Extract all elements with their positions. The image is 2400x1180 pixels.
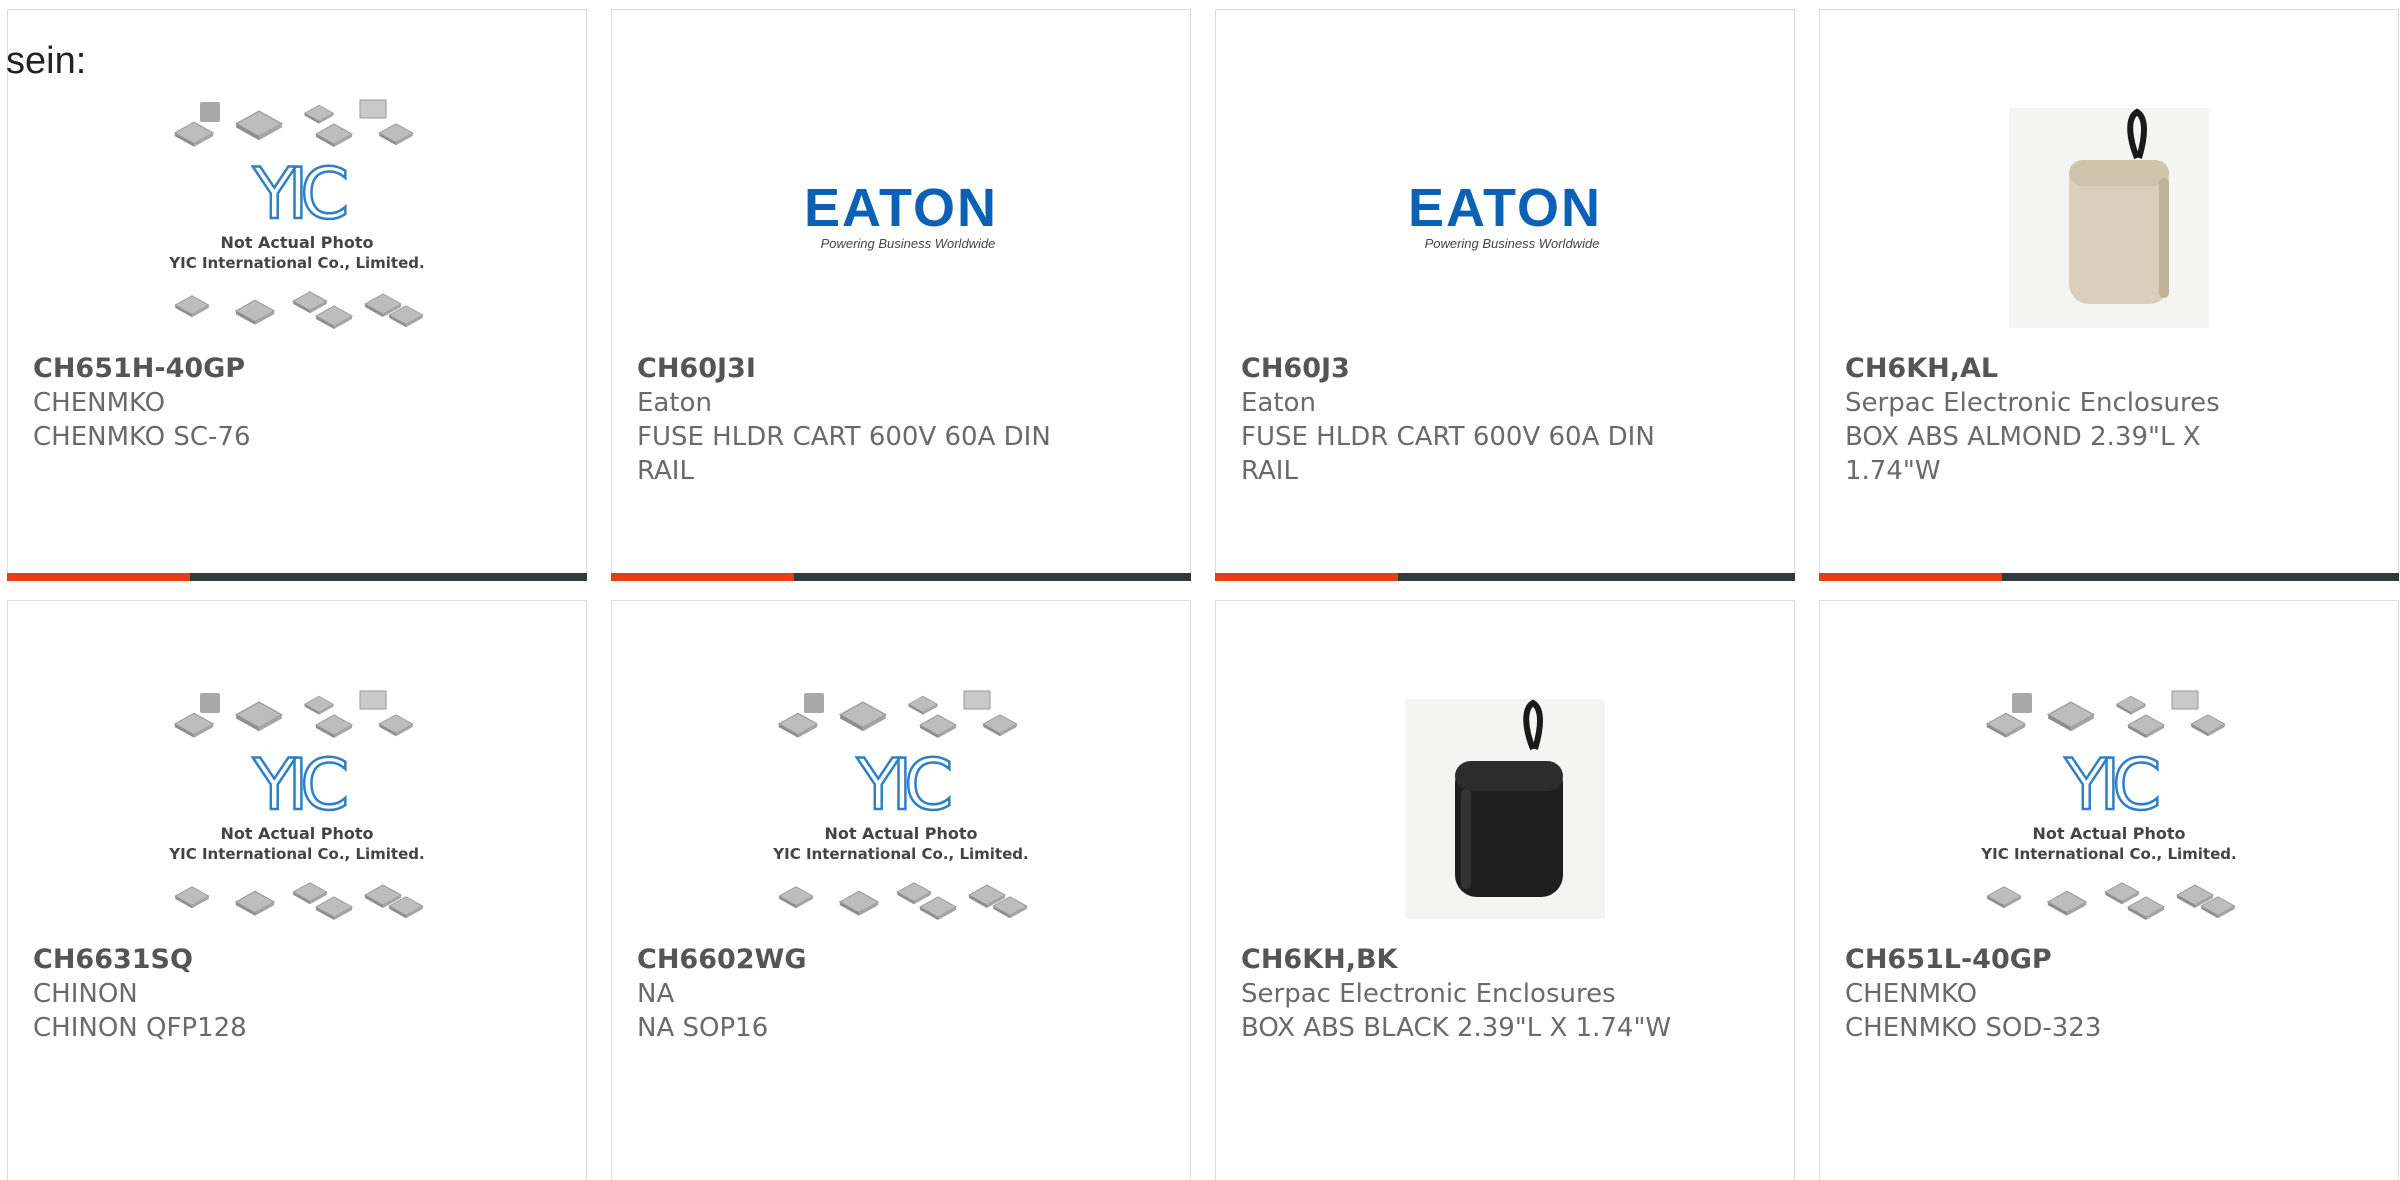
part-number[interactable]: CH60J3 [1241,352,1681,386]
manufacturer: NA [637,979,675,1009]
part-number[interactable]: CH6KH,AL [1845,352,2285,386]
product-image [1820,90,2398,346]
product-card[interactable]: EATON Powering Business Worldwide CH60J3… [611,9,1191,581]
svg-text:YIC: YIC [856,744,950,826]
product-card[interactable]: YIC Not Actual Photo YIC International C… [7,600,587,1180]
description: CHINON QFP128 [33,1013,247,1043]
card-bottom-bar [7,573,587,581]
description: BOX ABS ALMOND 2.39"L X 1.74"W [1845,422,2201,486]
product-image: YIC Not Actual Photo YIC International C… [1820,681,2398,937]
eaton-logo: EATON Powering Business Worldwide [1408,178,1602,251]
manufacturer: CHENMKO [33,388,166,418]
product-card[interactable]: CH6KH,BK Serpac Electronic Enclosures BO… [1215,600,1795,1180]
svg-text:YIC International Co., Limited: YIC International Co., Limited. [1980,845,2236,863]
product-card[interactable]: YIC Not Actual Photo YIC International C… [611,600,1191,1180]
yic-placeholder-image: YIC Not Actual Photo YIC International C… [168,690,425,921]
product-image: EATON Powering Business Worldwide [1216,90,1794,346]
description: FUSE HLDR CART 600V 60A DIN RAIL [637,422,1051,486]
manufacturer: Serpac Electronic Enclosures [1845,388,2220,418]
manufacturer: CHENMKO [1845,979,1978,1009]
product-card[interactable]: EATON Powering Business Worldwide CH60J3… [1215,9,1795,581]
svg-text:Powering Business Worldwide: Powering Business Worldwide [821,236,996,251]
product-card[interactable]: CH6KH,AL Serpac Electronic Enclosures BO… [1819,9,2399,581]
svg-text:YIC: YIC [2064,744,2158,826]
part-number[interactable]: CH651L-40GP [1845,943,2285,977]
svg-text:YIC International Co., Limited: YIC International Co., Limited. [168,845,424,863]
product-image: YIC Not Actual Photo YIC International C… [8,90,586,346]
lead-text: sein: [6,40,87,82]
card-bottom-bar [611,573,1191,581]
svg-text:Not Actual Photo: Not Actual Photo [220,233,373,252]
product-card[interactable]: YIC Not Actual Photo YIC International C… [7,9,587,581]
eaton-logo: EATON Powering Business Worldwide [804,178,998,251]
yic-placeholder-image: YIC Not Actual Photo YIC International C… [1980,690,2237,921]
part-number[interactable]: CH6631SQ [33,943,473,977]
product-image: YIC Not Actual Photo YIC International C… [8,681,586,937]
svg-text:EATON: EATON [1408,178,1602,238]
svg-text:Not Actual Photo: Not Actual Photo [220,824,373,843]
black-enclosure-image [1405,699,1605,919]
svg-text:Not Actual Photo: Not Actual Photo [824,824,977,843]
description: FUSE HLDR CART 600V 60A DIN RAIL [1241,422,1655,486]
svg-text:EATON: EATON [804,178,998,238]
part-number[interactable]: CH60J3I [637,352,1077,386]
almond-enclosure-image [2009,108,2209,328]
svg-text:Not Actual Photo: Not Actual Photo [2032,824,2185,843]
manufacturer: CHINON [33,979,138,1009]
description: CHENMKO SC-76 [33,422,251,452]
product-image: EATON Powering Business Worldwide [612,90,1190,346]
card-bottom-bar [1819,573,2399,581]
svg-text:YIC: YIC [252,153,346,235]
yic-placeholder-image: YIC Not Actual Photo YIC International C… [168,99,425,330]
description: BOX ABS BLACK 2.39"L X 1.74"W [1241,1013,1672,1043]
part-number[interactable]: CH6602WG [637,943,1077,977]
manufacturer: Serpac Electronic Enclosures [1241,979,1616,1009]
svg-text:YIC International Co., Limited: YIC International Co., Limited. [772,845,1028,863]
product-image [1216,681,1794,937]
product-card[interactable]: YIC Not Actual Photo YIC International C… [1819,600,2399,1180]
svg-text:Powering Business Worldwide: Powering Business Worldwide [1425,236,1600,251]
product-image: YIC Not Actual Photo YIC International C… [612,681,1190,937]
description: NA SOP16 [637,1013,769,1043]
yic-placeholder-image: YIC Not Actual Photo YIC International C… [772,690,1029,921]
manufacturer: Eaton [637,388,712,418]
part-number[interactable]: CH6KH,BK [1241,943,1681,977]
description: CHENMKO SOD-323 [1845,1013,2102,1043]
svg-text:YIC: YIC [252,744,346,826]
svg-text:YIC International Co., Limited: YIC International Co., Limited. [168,254,424,272]
card-bottom-bar [1215,573,1795,581]
part-number[interactable]: CH651H-40GP [33,352,473,386]
manufacturer: Eaton [1241,388,1316,418]
